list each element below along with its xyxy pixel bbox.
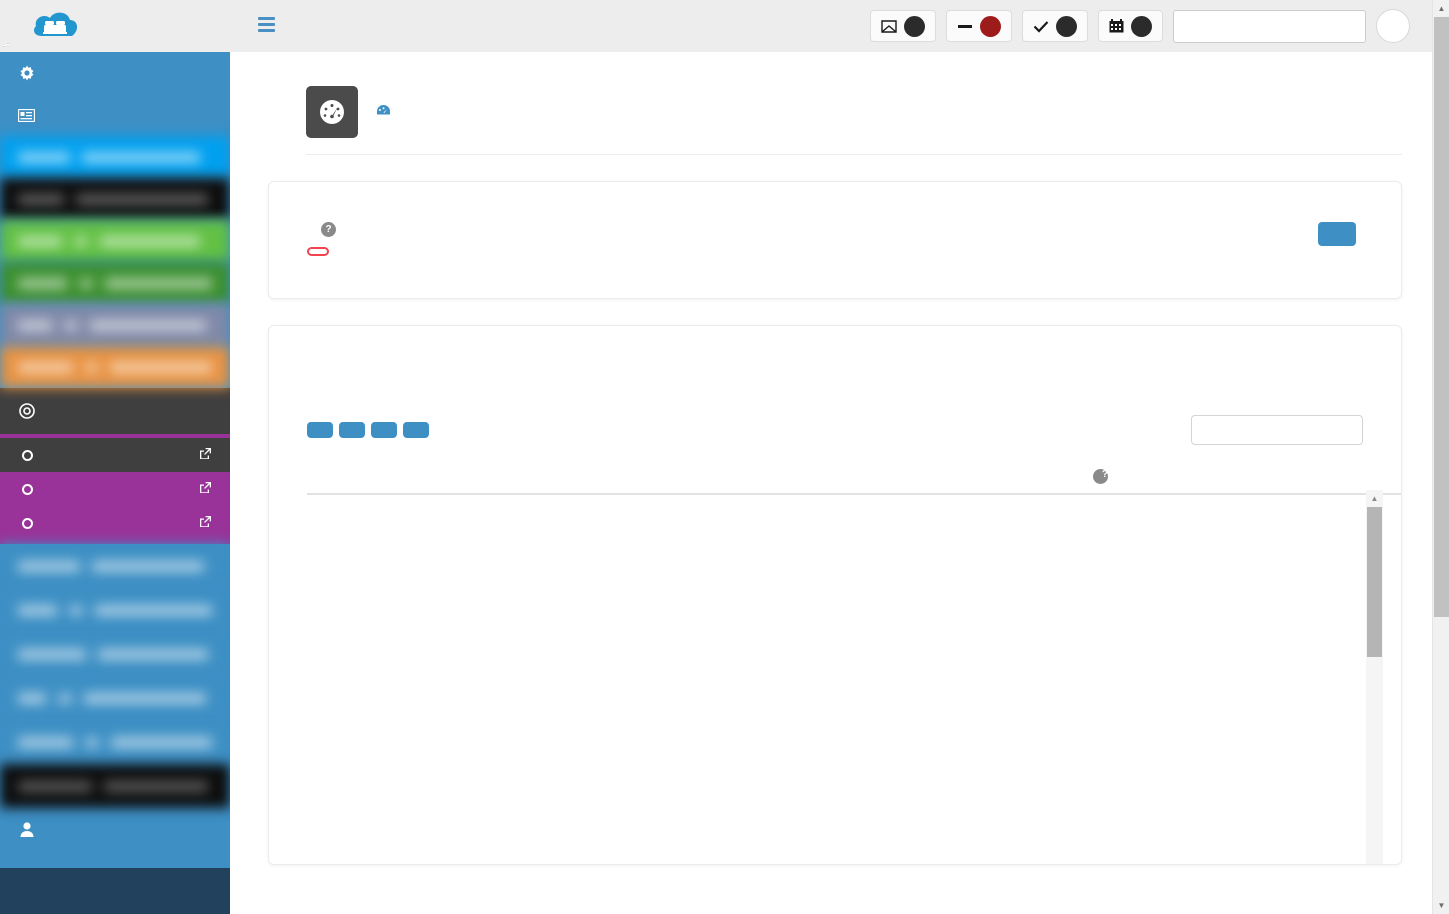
redacted-nav-item[interactable] [0, 346, 230, 388]
table-header-row: ? [307, 463, 1401, 495]
calendar-icon [1109, 19, 1124, 33]
transactions-table: ? [307, 463, 1401, 495]
question-icon[interactable]: ? [321, 222, 336, 237]
column-header-date[interactable] [307, 463, 399, 495]
top-bar-actions [870, 9, 1432, 43]
redacted-nav-item[interactable] [0, 178, 230, 220]
minus-icon [957, 20, 973, 33]
scroll-up-icon[interactable]: ▲ [1433, 0, 1449, 17]
main-content: ? ? ▲ [230, 52, 1432, 914]
scroll-thumb[interactable] [1367, 507, 1382, 657]
sidebar-footer [0, 868, 230, 914]
column-header-status[interactable] [1325, 463, 1401, 495]
column-header-transaction[interactable] [1205, 463, 1325, 495]
brand-logo[interactable] [0, 8, 230, 47]
stat-calendar-count [1131, 15, 1152, 37]
stat-confirmed-count [1056, 15, 1077, 37]
sidebar-nav [0, 52, 230, 914]
column-header-amount[interactable] [989, 463, 1093, 495]
gear-icon [18, 65, 35, 81]
stat-confirmed[interactable] [1022, 10, 1088, 42]
sidebar-item-payment-settings[interactable] [0, 506, 230, 540]
transactions-table-wrap: ? [269, 445, 1401, 495]
external-link-icon [199, 481, 212, 497]
recent-activity-card: ? ▲ [268, 325, 1402, 865]
target-icon [18, 403, 35, 419]
redacted-nav-item[interactable] [0, 676, 230, 720]
see-breakdown-row [307, 247, 1318, 256]
page-header [230, 52, 1432, 155]
column-header-type[interactable] [399, 463, 487, 495]
sidebar-submenu-payment-processing [0, 434, 230, 544]
sidebar-item-account[interactable] [0, 808, 230, 850]
activity-tabs [269, 356, 1401, 371]
page-scroll-thumb[interactable] [1434, 17, 1449, 617]
balance-label-row: ? [314, 222, 1318, 237]
speedometer-icon [306, 86, 358, 138]
redacted-nav-item[interactable] [0, 720, 230, 764]
question-icon[interactable]: ? [1093, 469, 1108, 484]
search-area [1183, 415, 1363, 445]
redacted-nav-item[interactable] [0, 262, 230, 304]
excel-button[interactable] [371, 422, 397, 438]
circle-bullet-icon [22, 449, 33, 461]
available-balance-card: ? [268, 181, 1402, 299]
see-breakdown-link[interactable] [307, 247, 329, 256]
external-link-icon [199, 515, 212, 531]
circle-bullet-icon [22, 517, 33, 529]
pdf-button[interactable] [403, 422, 429, 438]
check-icon [1033, 20, 1049, 33]
envelope-icon [881, 19, 897, 33]
table-toolbar [269, 397, 1401, 445]
copy-button[interactable] [339, 422, 365, 438]
scroll-up-icon[interactable]: ▲ [1366, 490, 1383, 507]
sidebar-item-settings[interactable] [0, 52, 230, 94]
dashboard-icon[interactable] [376, 104, 391, 120]
search-input[interactable] [1191, 415, 1363, 445]
sidebar-item-payment-request[interactable] [0, 472, 230, 506]
breadcrumb [376, 104, 405, 120]
user-menu-button[interactable] [1376, 9, 1410, 43]
sidebar-item-bookings[interactable] [0, 94, 230, 136]
stat-pending[interactable] [946, 10, 1012, 42]
top-bar [0, 0, 1432, 52]
section-title [269, 371, 1401, 397]
stat-messages-count [904, 15, 925, 37]
page-scrollbar[interactable]: ▲ ▼ [1432, 0, 1449, 914]
column-header-origin[interactable] [487, 463, 585, 495]
circle-bullet-icon [22, 483, 33, 495]
external-link-icon [199, 447, 212, 463]
sidebar-item-payment-processing[interactable] [0, 388, 230, 434]
column-header-booking-details[interactable] [585, 463, 771, 495]
property-selector[interactable] [1173, 9, 1366, 43]
redacted-nav-item[interactable] [0, 544, 230, 588]
request-withdraw-button[interactable] [1318, 222, 1356, 246]
cloud-bed-icon [30, 8, 80, 45]
column-header-payku-fees[interactable]: ? [1093, 463, 1205, 495]
sidebar-item-transactions[interactable] [0, 438, 230, 472]
table-scrollbar[interactable]: ▲ [1366, 490, 1383, 864]
logo-tag-and [1, 42, 11, 47]
show-1000-rows-button[interactable] [307, 422, 333, 438]
bookings-icon [18, 108, 35, 122]
balance-info: ? [307, 222, 1318, 256]
column-header-check-out[interactable] [771, 463, 871, 495]
redacted-nav-item[interactable] [0, 220, 230, 262]
stat-calendar[interactable] [1098, 10, 1163, 42]
redacted-nav-item[interactable] [0, 764, 230, 808]
page-header-inner [306, 52, 1402, 155]
person-icon [18, 821, 35, 837]
stat-pending-count [980, 15, 1001, 37]
redacted-nav-item[interactable] [0, 632, 230, 676]
stat-messages[interactable] [870, 10, 936, 42]
scroll-down-icon[interactable]: ▼ [1433, 897, 1449, 914]
redacted-nav-item[interactable] [0, 136, 230, 178]
redacted-nav-item[interactable] [0, 304, 230, 346]
column-header-method[interactable] [871, 463, 989, 495]
redacted-nav-item[interactable] [0, 588, 230, 632]
hamburger-menu-icon[interactable] [258, 17, 275, 35]
